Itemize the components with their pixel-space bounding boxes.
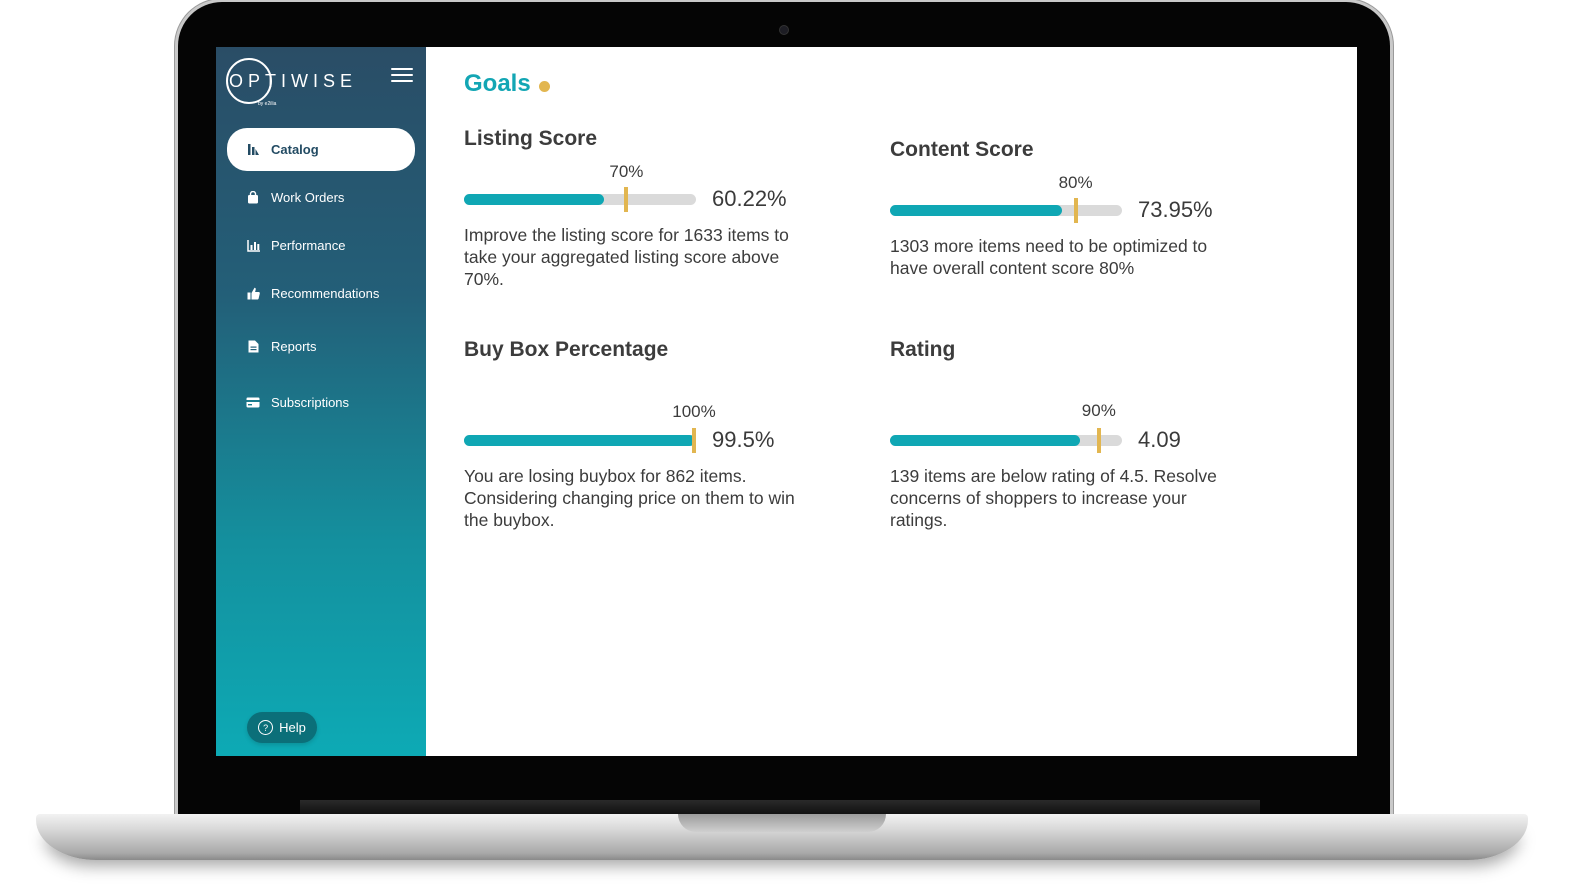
sidebar-item-catalog[interactable]: Catalog [227,128,415,171]
help-icon: ? [258,720,274,735]
sidebar-item-label: Subscriptions [271,395,350,410]
sidebar: OPTIWISE by e2ilia Catalog Work Orders P… [216,47,426,756]
target-marker [624,187,629,212]
sidebar-item-label: Reports [271,339,317,354]
goal-title: Rating [890,338,956,361]
target-marker [692,428,696,453]
goal-card-rating: Rating 90% 4.09 139 items are below rati… [890,338,1250,530]
goal-value: 60.22% [712,186,787,211]
progress-fill [464,194,604,205]
progress-fill [464,435,695,446]
progress-bar [890,198,1122,223]
brand-sub: by e2ilia [258,101,277,107]
goal-card-content-score: Content Score 80% 73.95% 1303 more items… [890,138,1250,278]
target-label: 90% [1081,401,1116,420]
sidebar-item-subscriptions[interactable]: Subscriptions [227,381,415,424]
sidebar-item-label: Work Orders [271,190,345,205]
goal-card-buy-box: Buy Box Percentage 100% 99.5% You are lo… [464,338,824,530]
help-label: Help [279,720,306,735]
status-dot [539,81,550,92]
target-label: 80% [1058,173,1093,192]
sidebar-item-label: Catalog [271,142,319,157]
help-button[interactable]: ? Help [247,712,317,743]
goal-description: 1303 more items need to be optimized to … [890,236,1208,278]
laptop-notch [678,814,886,832]
goal-value: 73.95% [1138,197,1213,222]
thumbs-up-icon [246,287,260,301]
catalog-icon [246,143,260,157]
laptop-hinge [300,800,1260,814]
target-marker [1096,428,1101,453]
target-label: 70% [609,162,644,181]
goal-value: 99.5% [712,427,775,452]
main-content: Goals Listing Score 70% 60.22% Improve t… [426,47,1357,756]
target-label: 100% [672,402,716,421]
sidebar-item-reports[interactable]: Reports [227,325,415,368]
goal-description: 139 items are below rating of 4.5. Resol… [890,466,1217,530]
sidebar-item-recommendations[interactable]: Recommendations [227,272,415,315]
credit-card-icon [246,396,260,410]
optiwise-logo: OPTIWISE by e2ilia [226,57,352,107]
progress-bar [464,187,696,212]
sidebar-item-label: Recommendations [271,286,380,301]
goal-title: Buy Box Percentage [464,338,669,361]
goal-card-listing-score: Listing Score 70% 60.22% Improve the lis… [464,127,824,289]
page-title: Goals [464,70,531,97]
goal-value: 4.09 [1138,427,1181,452]
progress-bar [464,428,696,453]
bar-chart-icon [246,239,260,253]
progress-fill [890,205,1062,216]
hamburger-menu-icon[interactable] [391,68,413,84]
sidebar-item-performance[interactable]: Performance [227,224,415,267]
document-icon [246,340,260,354]
bag-icon [246,191,260,205]
brand-name: OPTIWISE [229,71,358,91]
goal-description: You are losing buybox for 862 items. Con… [464,466,795,530]
webcam [780,26,788,34]
target-marker [1073,198,1078,223]
goal-description: Improve the listing score for 1633 items… [464,225,789,289]
sidebar-item-work-orders[interactable]: Work Orders [227,176,415,219]
sidebar-item-label: Performance [271,238,346,253]
goal-title: Listing Score [464,127,598,150]
progress-bar [890,428,1122,453]
progress-fill [890,435,1080,446]
goal-title: Content Score [890,138,1034,161]
app-screen: OPTIWISE by e2ilia Catalog Work Orders P… [216,47,1357,756]
